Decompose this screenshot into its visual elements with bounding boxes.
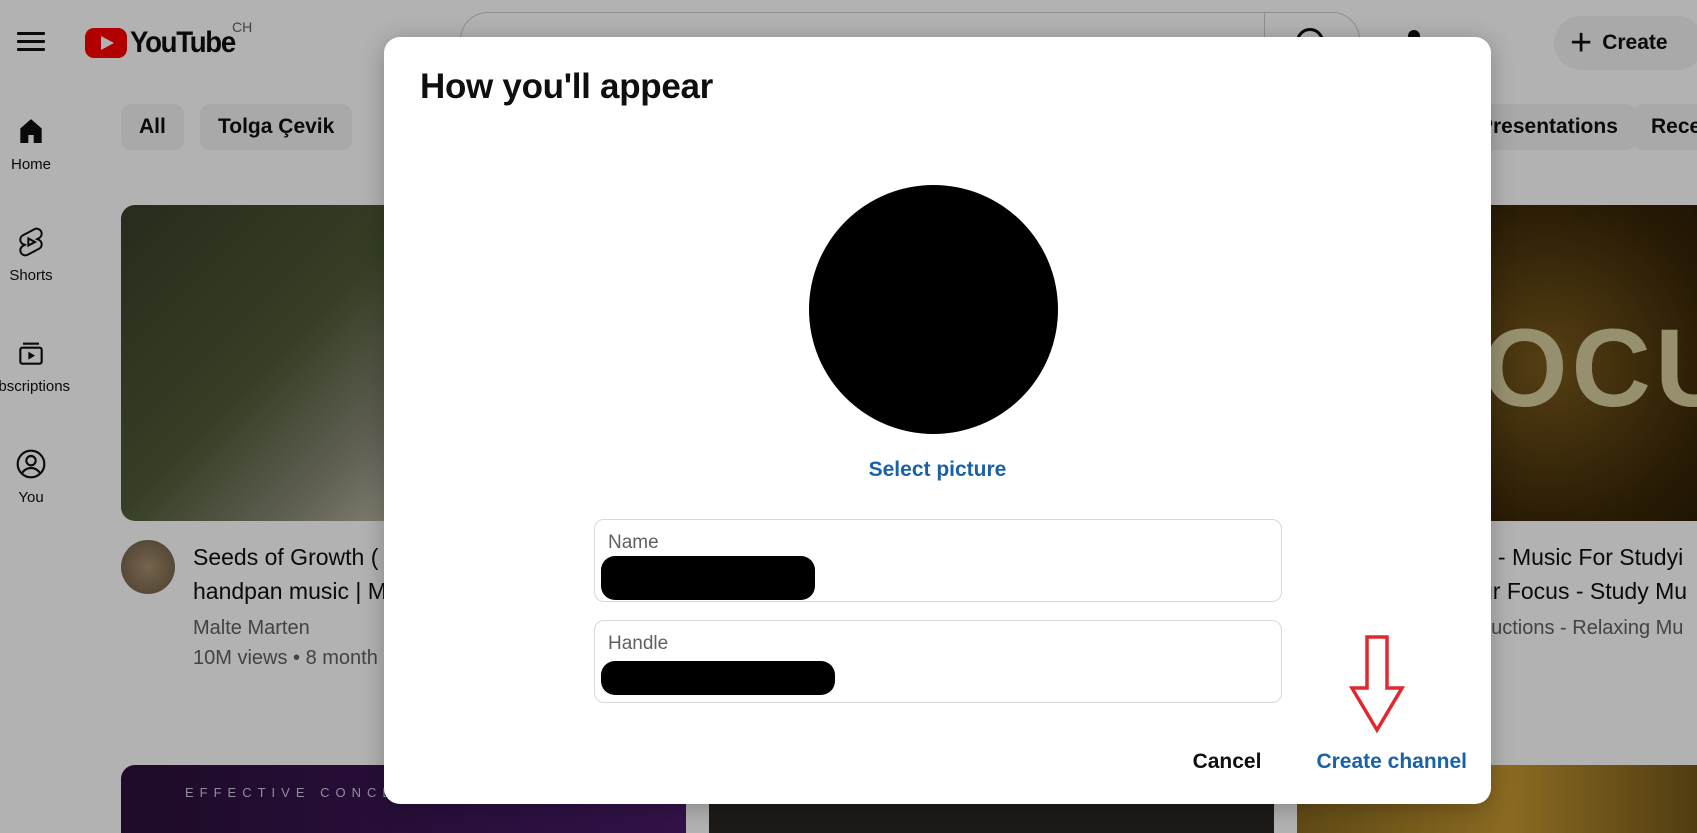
- red-arrow-annotation-icon: [1348, 635, 1406, 734]
- redacted-name-value: [601, 556, 815, 600]
- select-picture-button[interactable]: Select picture: [384, 458, 1491, 482]
- profile-picture: [809, 185, 1058, 434]
- create-channel-dialog: How you'll appear Select picture Name Ha…: [384, 37, 1491, 804]
- name-field-label: Name: [608, 532, 659, 553]
- dialog-actions: Cancel Create channel: [1193, 750, 1467, 774]
- create-channel-button[interactable]: Create channel: [1316, 750, 1467, 774]
- handle-field-label: Handle: [608, 633, 669, 654]
- dialog-title: How you'll appear: [420, 67, 713, 106]
- redacted-handle-value: [601, 661, 835, 695]
- cancel-button[interactable]: Cancel: [1193, 750, 1262, 774]
- name-field[interactable]: Name: [594, 519, 1282, 602]
- handle-field[interactable]: Handle: [594, 620, 1282, 703]
